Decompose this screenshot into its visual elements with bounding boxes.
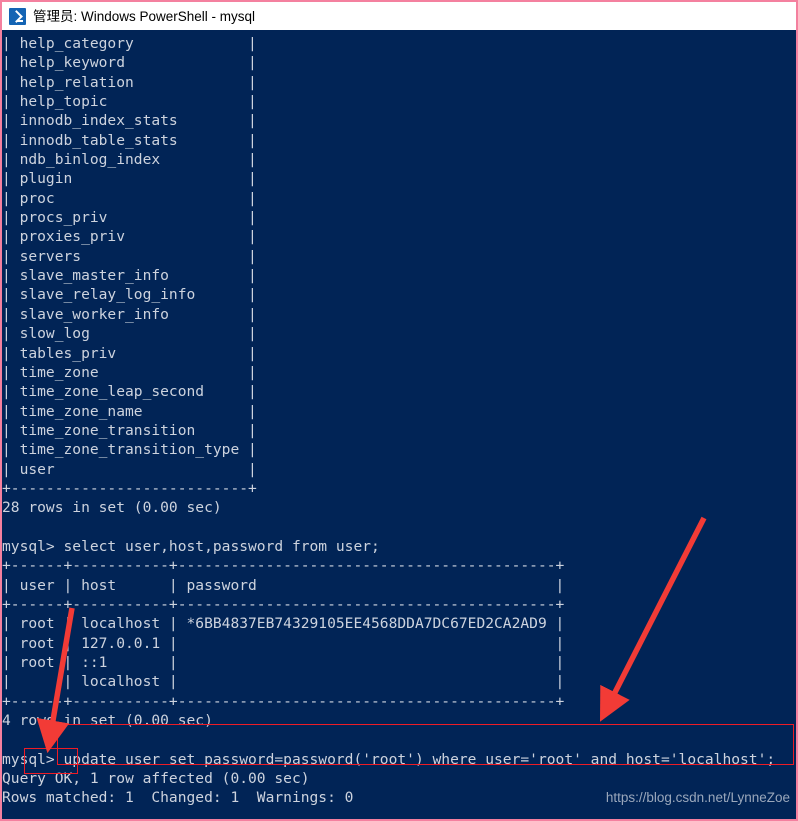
terminal-line: | root | ::1 | |	[2, 654, 565, 671]
watermark-text: https://blog.csdn.net/LynneZoe	[605, 790, 790, 805]
terminal-line: mysql> update user set password=password…	[2, 750, 776, 768]
terminal-line: | slave_master_info |	[2, 267, 257, 285]
terminal-line: | procs_priv |	[2, 209, 257, 227]
terminal-line: | proc |	[2, 189, 257, 207]
terminal-line: | tables_priv |	[2, 344, 257, 362]
terminal-line: | time_zone_transition |	[2, 421, 257, 439]
terminal-line: | user |	[2, 460, 257, 478]
terminal-line: | user | host | password |	[2, 576, 565, 594]
window-title: 管理员: Windows PowerShell - mysql	[33, 8, 256, 24]
terminal-line: | time_zone_leap_second |	[2, 383, 257, 401]
terminal-line: 4 rows in set (0.00 sec)	[2, 712, 213, 730]
terminal-line: | time_zone_name |	[2, 402, 257, 420]
terminal-line: Query OK, 1 row affected (0.00 sec)	[2, 770, 310, 788]
terminal-line: | | localhost | |	[2, 673, 565, 691]
terminal-line: | root | 127.0.0.1 | |	[2, 634, 565, 652]
prompt-bar-icon	[17, 19, 23, 22]
powershell-icon	[9, 7, 26, 25]
terminal-line: | help_keyword |	[2, 54, 257, 72]
terminal-line: | time_zone_transition_type |	[2, 441, 257, 459]
terminal-line: 28 rows in set (0.00 sec)	[2, 499, 222, 517]
terminal-line: | slave_relay_log_info |	[2, 286, 257, 304]
terminal-line: mysql> select user,host,password from us…	[2, 537, 380, 555]
terminal-line: +------+-----------+--------------------…	[2, 692, 565, 710]
terminal-screen: | help_category | | help_keyword | | help_…	[2, 30, 775, 819]
terminal-area[interactable]: | help_category | | help_keyword | | help_…	[2, 30, 796, 819]
terminal-line: | root | localhost | *6BB4837EB74329105E…	[2, 615, 565, 633]
terminal-line: +------+-----------+--------------------…	[2, 557, 565, 575]
terminal-line: +---------------------------+	[2, 479, 257, 497]
terminal-line: | help_relation |	[2, 73, 257, 91]
terminal-line: +------+-----------+--------------------…	[2, 595, 565, 613]
terminal-line: | innodb_table_stats |	[2, 131, 257, 149]
terminal-line: | innodb_index_stats |	[2, 112, 257, 130]
terminal-line: | help_topic |	[2, 93, 257, 111]
powershell-window: 管理员: Windows PowerShell - mysql | help_c…	[0, 0, 798, 821]
terminal-line: | proxies_priv |	[2, 228, 257, 246]
terminal-line: | slave_worker_info |	[2, 305, 257, 323]
terminal-line: | slow_log |	[2, 325, 257, 343]
terminal-line: | plugin |	[2, 170, 257, 188]
terminal-line: | help_category |	[2, 35, 257, 52]
window-titlebar: 管理员: Windows PowerShell - mysql	[2, 2, 796, 30]
terminal-line: | servers |	[2, 247, 257, 265]
terminal-line: | ndb_binlog_index |	[2, 151, 257, 169]
terminal-line: | time_zone |	[2, 363, 257, 381]
